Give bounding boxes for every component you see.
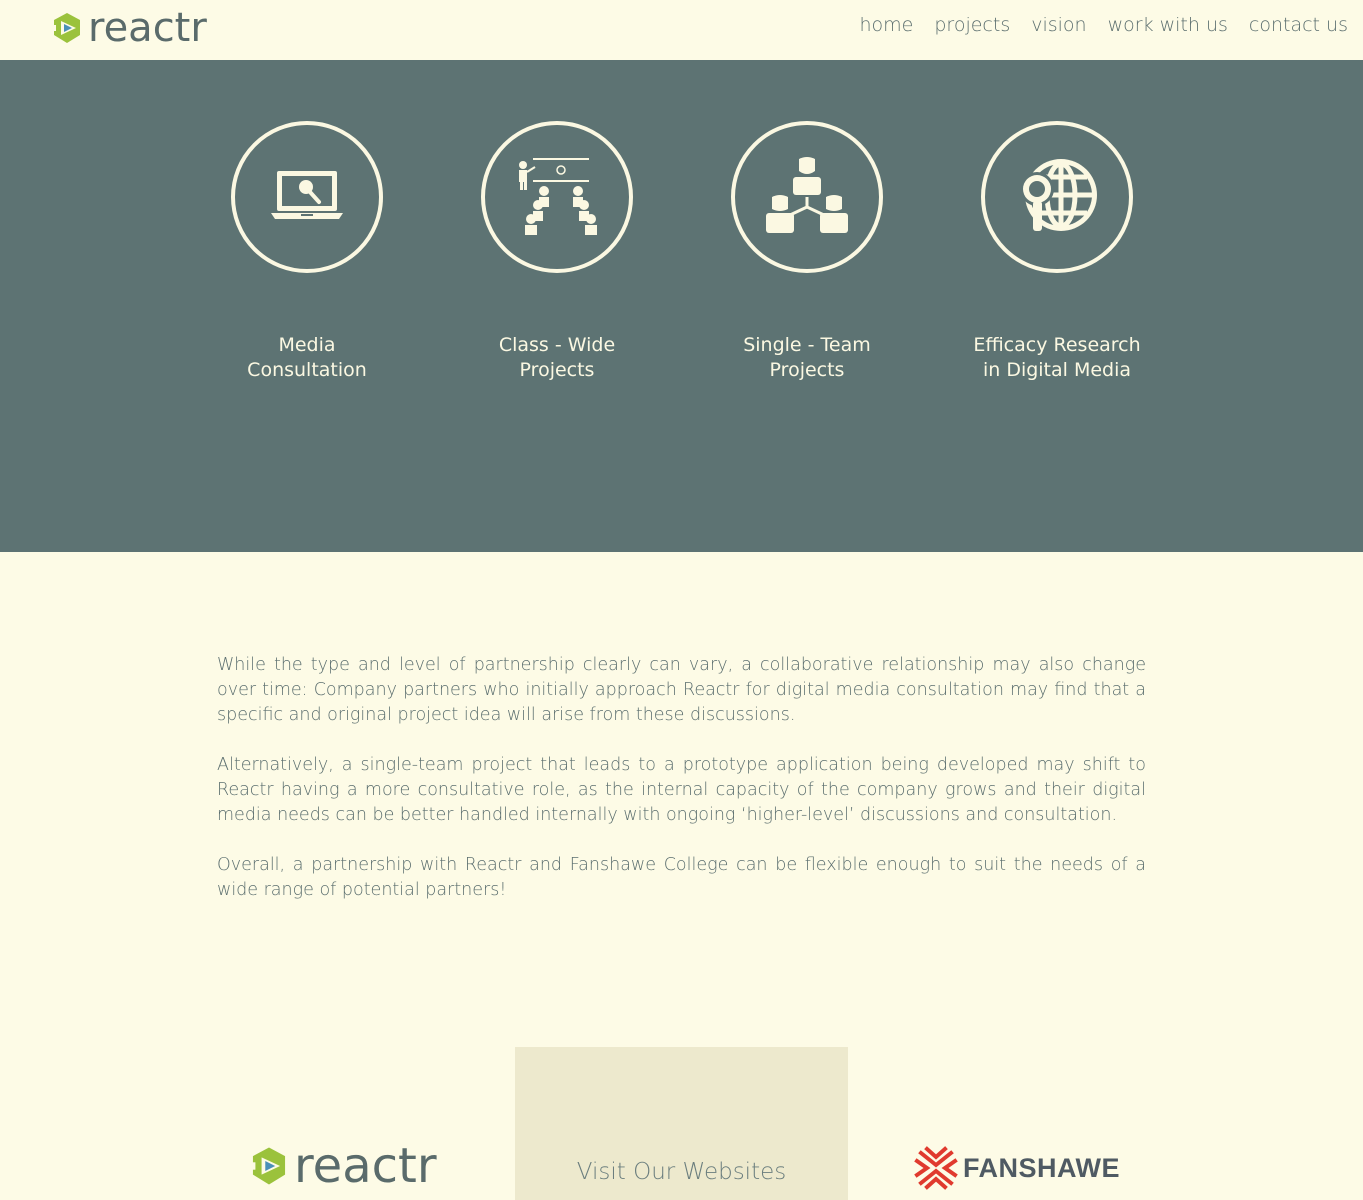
classroom-presentation-icon xyxy=(519,158,597,235)
service-label: Efficacy Research in Digital Media xyxy=(973,334,1141,381)
service-icon-circle xyxy=(481,121,633,273)
paragraph: While the type and level of partnership … xyxy=(217,655,1146,725)
service-class-wide-projects[interactable]: Class - Wide Projects xyxy=(447,121,667,383)
main-nav: home projects vision work with us contac… xyxy=(860,14,1349,36)
service-icon-circle xyxy=(981,121,1133,273)
service-single-team-projects[interactable]: Single - Team Projects xyxy=(697,121,917,383)
partnership-description: While the type and level of partnership … xyxy=(217,653,1146,928)
fanshawe-emblem-icon xyxy=(914,1146,958,1190)
service-media-consultation[interactable]: Media Consultation xyxy=(197,121,417,383)
footer-reactr-logo[interactable]: reactr xyxy=(248,1142,437,1190)
service-label: Class - Wide Projects xyxy=(498,334,616,381)
service-efficacy-research[interactable]: Efficacy Research in Digital Media xyxy=(947,121,1167,383)
visit-websites-title: Visit Our Websites xyxy=(576,1159,787,1185)
fanshawe-logo[interactable]: FANSHAWE xyxy=(913,1145,1120,1191)
site-header: reactr home projects vision work with us… xyxy=(0,0,1363,60)
service-icon-circle xyxy=(231,121,383,273)
visit-websites-panel: Visit Our Websites xyxy=(515,1047,848,1200)
nav-projects[interactable]: projects xyxy=(934,14,1010,36)
nav-vision[interactable]: vision xyxy=(1031,14,1086,36)
fanshawe-wordmark: FANSHAWE xyxy=(963,1152,1121,1183)
reactr-logo[interactable]: reactr xyxy=(50,8,207,48)
services-band: Media Consultation Class - Wide Projects… xyxy=(0,60,1363,552)
globe-search-icon xyxy=(1020,159,1097,231)
logo-wordmark: reactr xyxy=(294,1138,437,1194)
team-hierarchy-icon xyxy=(766,157,848,233)
laptop-search-icon xyxy=(271,171,343,219)
nav-work-with-us[interactable]: work with us xyxy=(1108,14,1228,36)
paragraph: Alternatively, a single-team project tha… xyxy=(217,755,1146,825)
service-label: Single - Team Projects xyxy=(743,334,871,381)
logo-wordmark: reactr xyxy=(88,5,207,51)
paragraph: Overall, a partnership with Reactr and F… xyxy=(217,855,1146,900)
nav-home[interactable]: home xyxy=(860,14,914,36)
reactr-logo-icon xyxy=(248,1147,286,1185)
service-icon-circle xyxy=(731,121,883,273)
nav-contact-us[interactable]: contact us xyxy=(1249,14,1348,36)
service-label: Media Consultation xyxy=(247,334,367,381)
reactr-logo-icon xyxy=(50,13,80,43)
